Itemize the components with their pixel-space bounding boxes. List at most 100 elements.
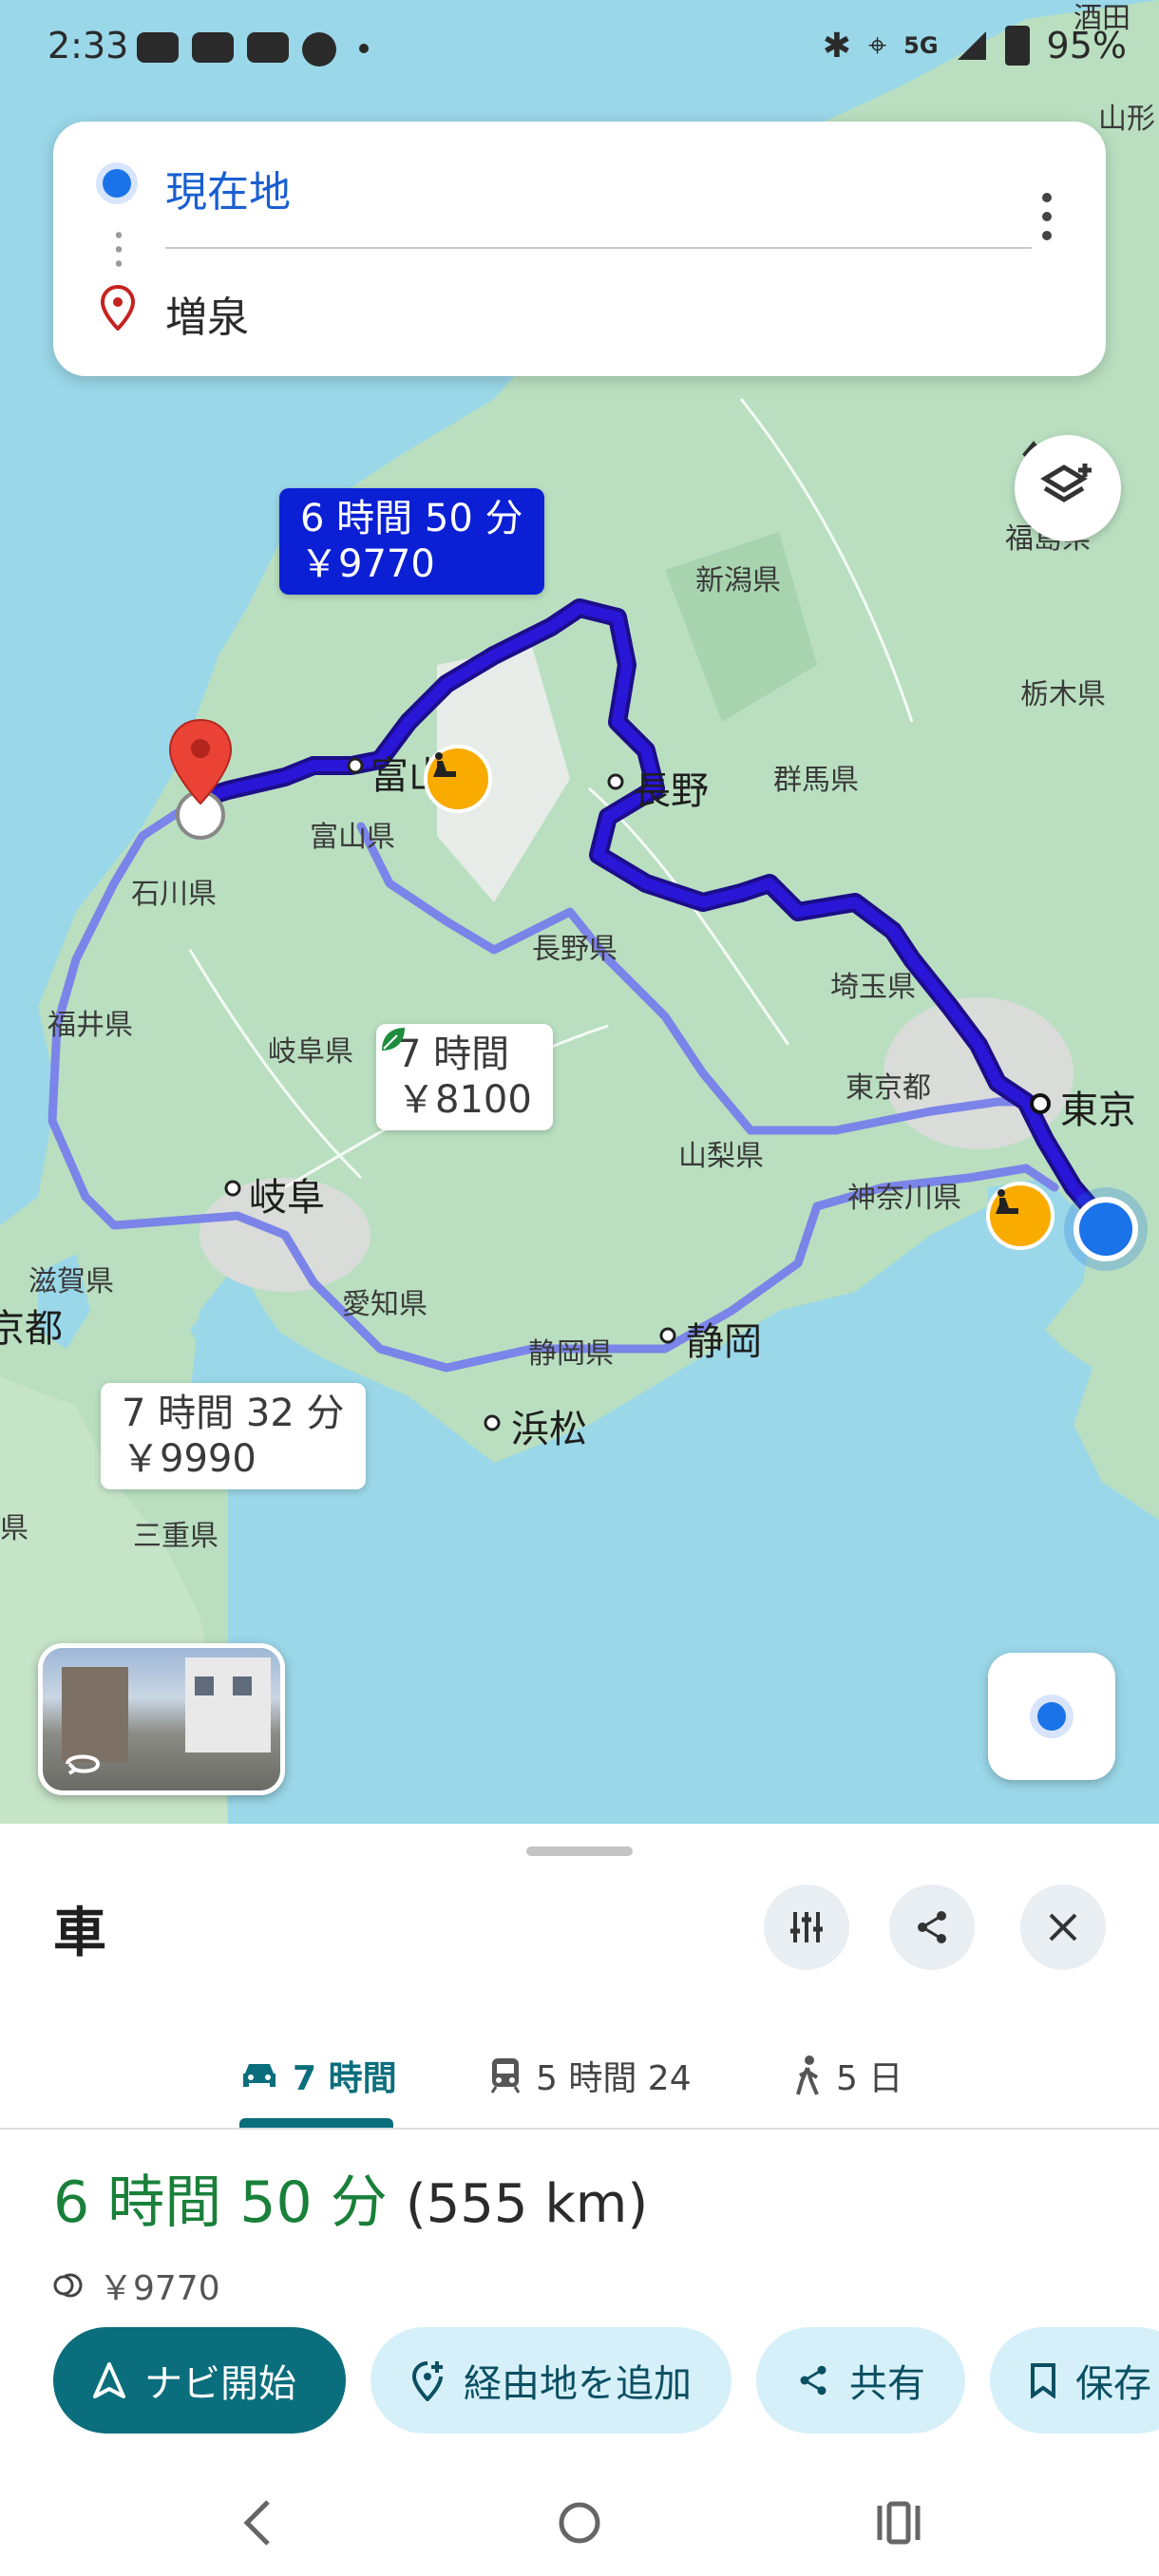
origin-row[interactable]: 現在地 xyxy=(53,154,1106,240)
status-bar: 2:33 ✱ ⌖ 5G 95% 酒田 xyxy=(0,0,1159,100)
map-label-niigata-ken: 新潟県 xyxy=(695,564,781,597)
map-label-ishikawa-ken: 石川県 xyxy=(131,878,217,911)
add-stop-button[interactable]: 経由地を追加 xyxy=(370,2327,732,2434)
street-view-rotate-icon xyxy=(66,1754,101,1775)
route-distance: (555 km) xyxy=(405,2173,649,2235)
route-callout-selected[interactable]: 6 時間 50 分 ￥9770 xyxy=(279,488,544,595)
start-navigation-button[interactable]: ナビ開始 xyxy=(53,2327,346,2434)
route-callout-alt[interactable]: 7 時間 32 分 ￥9990 xyxy=(101,1383,366,1489)
save-button[interactable]: 保存 xyxy=(990,2327,1159,2434)
map-label-mie-ken: 三重県 xyxy=(133,1520,218,1553)
destination-row[interactable]: 増泉 xyxy=(53,279,1106,494)
road-work-icon[interactable] xyxy=(986,1182,1054,1250)
sheet-drag-handle[interactable] xyxy=(526,1847,633,1856)
map-label-toyama-ken: 富山県 xyxy=(310,821,395,854)
action-buttons: ナビ開始 経由地を追加 共有 保存 xyxy=(53,2327,1159,2434)
back-icon[interactable] xyxy=(239,2496,277,2549)
map-label-tokyo-to: 東京都 xyxy=(846,1071,931,1105)
map-label-gifu-ken: 岐阜県 xyxy=(268,1035,353,1069)
start-navigation-label: ナビ開始 xyxy=(144,2362,296,2406)
destination-field[interactable]: 増泉 xyxy=(165,283,249,344)
route-callout-eco[interactable]: 7 時間 ￥8100 xyxy=(376,1024,553,1130)
toll-icon xyxy=(53,2273,83,2298)
signal-icon xyxy=(957,31,986,60)
map-label-yamagata: 山形 xyxy=(1098,103,1155,136)
share-label: 共有 xyxy=(849,2362,925,2406)
battery-icon xyxy=(1004,26,1030,66)
toll-info: ￥9770 xyxy=(53,2261,220,2310)
youtube-notification-icon xyxy=(192,32,234,63)
map-label-shizuoka: 静岡 xyxy=(686,1320,762,1364)
close-icon xyxy=(1049,1913,1077,1941)
field-divider xyxy=(165,247,1032,249)
destination-pin-icon[interactable] xyxy=(167,718,234,842)
navigation-arrow-icon xyxy=(93,2362,125,2398)
map-label-yamanashi-ken: 山梨県 xyxy=(678,1140,764,1173)
street-view-thumbnail[interactable] xyxy=(38,1643,285,1795)
tab-transit-label: 5 時間 24 xyxy=(536,2059,692,2098)
active-tab-indicator xyxy=(239,2118,393,2128)
map-label-nagano: 長野 xyxy=(633,769,709,813)
current-location-icon xyxy=(1074,1197,1138,1261)
add-stop-label: 経由地を追加 xyxy=(464,2362,692,2406)
route-callout-time: 7 時間 32 分 xyxy=(122,1392,345,1435)
travel-mode-tabs: 7 時間 5 時間 24 5 日 xyxy=(0,2023,1159,2130)
route-options-button[interactable] xyxy=(764,1885,849,1970)
map-label-nagano-ken: 長野県 xyxy=(532,933,618,966)
route-connector xyxy=(116,228,122,270)
map-label-gunma-ken: 群馬県 xyxy=(773,764,859,797)
route-duration: 6 時間 50 分 xyxy=(53,2169,388,2236)
close-directions-button[interactable] xyxy=(1020,1885,1106,1970)
route-callout-time: 6 時間 50 分 xyxy=(300,497,523,540)
map-label-aichi-ken: 愛知県 xyxy=(342,1288,428,1321)
tab-drive-label: 7 時間 xyxy=(293,2059,397,2098)
layers-add-icon xyxy=(1040,464,1092,502)
more-options-icon[interactable] xyxy=(1037,188,1056,245)
my-location-button[interactable] xyxy=(988,1653,1115,1780)
map-label-kyoto: 京都 xyxy=(0,1307,63,1351)
destination-marker-icon xyxy=(101,285,135,331)
map-label-ken-partial: 県 xyxy=(0,1512,28,1545)
share-route-button[interactable] xyxy=(889,1885,975,1970)
route-callout-cost: ￥9770 xyxy=(300,542,435,586)
tab-walk[interactable]: 5 日 xyxy=(792,2023,902,2128)
tab-drive[interactable]: 7 時間 xyxy=(239,2023,397,2128)
add-location-icon xyxy=(411,2361,443,2401)
tune-icon xyxy=(790,1912,823,1942)
bookmark-icon xyxy=(1031,2363,1055,2398)
route-callout-cost: ￥8100 xyxy=(397,1078,532,1122)
system-nav-bar xyxy=(0,2470,1159,2576)
status-time: 2:33 xyxy=(48,25,129,66)
baseball-notification-icon xyxy=(302,32,336,66)
map-label-kanagawa-ken: 神奈川県 xyxy=(847,1182,961,1215)
eco-leaf-icon xyxy=(382,1028,405,1051)
car-icon xyxy=(243,2064,276,2087)
origin-field[interactable]: 現在地 xyxy=(165,158,291,218)
map-label-hamamatsu: 浜松 xyxy=(511,1408,587,1451)
youtube-notification-icon xyxy=(247,32,289,63)
share-icon xyxy=(918,1911,946,1943)
map-label-shizuoka-ken: 静岡県 xyxy=(528,1337,614,1371)
recent-apps-icon[interactable] xyxy=(874,2496,923,2549)
more-notifications-dot-icon xyxy=(359,44,369,53)
layers-button[interactable] xyxy=(1015,435,1121,541)
map-label-saitama-ken: 埼玉県 xyxy=(830,971,916,1004)
tab-transit[interactable]: 5 時間 24 xyxy=(488,2023,692,2128)
map-label-sakata: 酒田 xyxy=(1074,2,1130,35)
travel-mode-title: 車 xyxy=(53,1903,106,1964)
map-label-tochigi-ken: 栃木県 xyxy=(1020,678,1106,711)
save-label: 保存 xyxy=(1075,2362,1151,2406)
origin-dot-icon xyxy=(103,169,131,198)
route-callout-time: 7 時間 xyxy=(397,1032,510,1076)
road-work-icon[interactable] xyxy=(424,745,492,813)
map-label-shiga-ken: 滋賀県 xyxy=(28,1265,114,1298)
directions-sheet: 車 7 時間 5 時間 24 5 日 6 時間 50 分 (555 km) ￥9… xyxy=(0,1824,1159,2576)
home-icon[interactable] xyxy=(557,2496,602,2549)
youtube-notification-icon xyxy=(137,32,179,63)
share-button[interactable]: 共有 xyxy=(756,2327,965,2434)
map-label-gifu: 岐阜 xyxy=(249,1176,325,1220)
train-icon xyxy=(490,2058,521,2093)
toll-amount: ￥9770 xyxy=(99,2269,220,2308)
location-status-icon: ⌖ xyxy=(867,27,887,65)
map-label-tokyo: 東京 xyxy=(1060,1089,1136,1132)
